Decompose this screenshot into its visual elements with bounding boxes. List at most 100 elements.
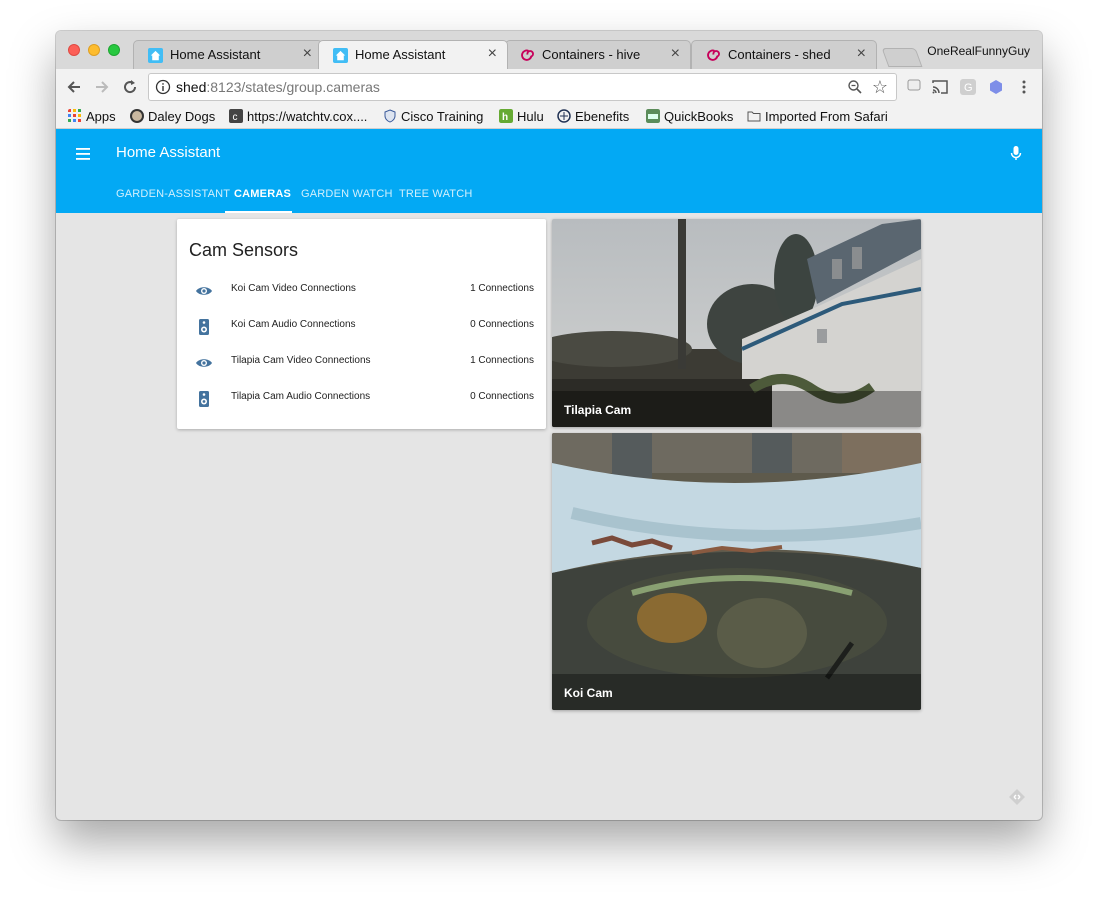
- entity-name: Tilapia Cam Video Connections: [231, 355, 371, 366]
- browser-tab-3[interactable]: Containers - hive ×: [505, 40, 691, 69]
- bookmark-hulu[interactable]: h Hulu: [499, 108, 544, 126]
- moon-icon: [130, 109, 144, 123]
- cast-icon[interactable]: [931, 79, 948, 95]
- menu-kebab-icon[interactable]: [1016, 79, 1032, 95]
- browser-tab-2[interactable]: Home Assistant ×: [318, 40, 508, 69]
- arrow-left-icon: [67, 81, 80, 93]
- hamburger-menu-icon[interactable]: [76, 147, 92, 161]
- close-tab-icon[interactable]: ×: [857, 45, 866, 63]
- browser-tab-1[interactable]: Home Assistant ×: [133, 40, 323, 69]
- debian-swirl-icon: [707, 49, 720, 61]
- camera-caption: Koi Cam: [552, 674, 921, 710]
- bookmarks-bar: Apps Daley Dogs c https://watchtv.cox....…: [56, 106, 1042, 129]
- bookmark-label: Daley Dogs: [148, 109, 216, 124]
- home-assistant-favicon-icon: [148, 48, 163, 63]
- bookmark-imported-safari[interactable]: Imported From Safari: [747, 108, 888, 126]
- address-bar[interactable]: shed:8123/states/group.cameras ☆: [148, 73, 897, 101]
- browser-tab-title: Home Assistant: [170, 47, 261, 62]
- bookmark-label: Cisco Training: [401, 109, 484, 124]
- close-tab-icon[interactable]: ×: [488, 45, 497, 63]
- tab-garden-watch[interactable]: GARDEN WATCH: [301, 188, 393, 200]
- extension-calendar-icon[interactable]: [906, 79, 922, 95]
- bookmark-apps[interactable]: Apps: [68, 108, 116, 126]
- entity-row[interactable]: Tilapia Cam Video Connections 1 Connecti…: [177, 345, 546, 381]
- bookmark-label: Ebenefits: [575, 109, 630, 124]
- camera-card-koi[interactable]: Koi Cam: [552, 433, 921, 710]
- extension-hex-icon[interactable]: [988, 79, 1004, 95]
- browser-tab-title: Containers - hive: [542, 47, 641, 62]
- eye-icon: [196, 287, 212, 295]
- profile-name[interactable]: OneRealFunnyGuy: [927, 44, 1030, 58]
- minimize-window-button[interactable]: [88, 44, 100, 56]
- hulu-icon: h: [499, 109, 513, 123]
- close-tab-icon[interactable]: ×: [671, 45, 680, 63]
- bookmark-label: https://watchtv.cox....: [247, 109, 368, 124]
- svg-text:h: h: [502, 112, 508, 123]
- close-tab-icon[interactable]: ×: [303, 45, 312, 63]
- seal-icon: [557, 109, 571, 123]
- speaker-icon: [199, 319, 209, 335]
- close-window-button[interactable]: [68, 44, 80, 56]
- camera-name: Tilapia Cam: [564, 403, 632, 417]
- app-title: Home Assistant: [116, 144, 221, 161]
- camera-snapshot-image: [552, 433, 921, 710]
- qb-icon: [646, 109, 660, 123]
- shield-icon: [384, 109, 396, 123]
- url-host: shed: [176, 79, 207, 95]
- reload-icon: [124, 80, 137, 94]
- browser-tab-4[interactable]: Containers - shed ×: [691, 40, 877, 69]
- bookmark-cisco[interactable]: Cisco Training: [383, 108, 483, 126]
- debian-swirl-icon: [521, 49, 534, 61]
- bookmark-label: Imported From Safari: [765, 109, 888, 124]
- new-tab-button[interactable]: [881, 48, 923, 67]
- entity-state: 0 Connections: [470, 319, 534, 330]
- browser-window: Home Assistant × Home Assistant × Contai…: [56, 31, 1042, 820]
- browser-tab-title: Home Assistant: [355, 47, 446, 62]
- bookmark-star-icon[interactable]: ☆: [872, 77, 888, 97]
- tab-strip: Home Assistant × Home Assistant × Contai…: [56, 31, 1042, 69]
- camera-card-tilapia[interactable]: Tilapia Cam: [552, 219, 921, 427]
- app-header: Home Assistant GARDEN-ASSISTANT CAMERAS …: [56, 129, 1042, 213]
- entity-row[interactable]: Koi Cam Video Connections 1 Connections: [177, 273, 546, 309]
- zoom-window-button[interactable]: [108, 44, 120, 56]
- tab-garden-assistant[interactable]: GARDEN-ASSISTANT: [116, 188, 230, 200]
- home-assistant-favicon-icon: [333, 48, 348, 63]
- entity-state: 0 Connections: [470, 391, 534, 402]
- developer-tools-icon[interactable]: [1008, 788, 1026, 806]
- cam-sensors-card: Cam Sensors Koi Cam Video Connections 1 …: [177, 219, 546, 429]
- apps-grid-icon: [68, 109, 81, 122]
- entity-row[interactable]: Tilapia Cam Audio Connections 0 Connecti…: [177, 381, 546, 417]
- svg-text:c: c: [233, 112, 238, 123]
- microphone-icon[interactable]: [1010, 145, 1022, 163]
- extension-g-icon[interactable]: G: [960, 79, 976, 95]
- eye-icon: [196, 359, 212, 367]
- reload-button[interactable]: [120, 77, 140, 97]
- active-tab-indicator: [225, 211, 292, 213]
- c-icon: c: [229, 109, 243, 123]
- bookmark-quickbooks[interactable]: QuickBooks: [646, 108, 733, 126]
- speaker-icon: [199, 391, 209, 407]
- url-text[interactable]: shed:8123/states/group.cameras: [176, 79, 380, 95]
- bookmark-label: Hulu: [517, 109, 544, 124]
- entity-row[interactable]: Koi Cam Audio Connections 0 Connections: [177, 309, 546, 345]
- bookmark-daley-dogs[interactable]: Daley Dogs: [130, 108, 215, 126]
- zoom-icon[interactable]: [847, 79, 863, 95]
- tab-tree-watch[interactable]: TREE WATCH: [399, 188, 473, 200]
- card-title: Cam Sensors: [189, 240, 299, 260]
- url-path: :8123/states/group.cameras: [206, 79, 380, 95]
- arrow-right-icon: [96, 81, 109, 93]
- back-button[interactable]: [64, 77, 84, 97]
- entity-name: Koi Cam Video Connections: [231, 283, 356, 294]
- bookmark-watchtv[interactable]: c https://watchtv.cox....: [229, 108, 367, 126]
- entity-name: Tilapia Cam Audio Connections: [231, 391, 371, 402]
- entity-state: 1 Connections: [470, 283, 534, 294]
- entity-state: 1 Connections: [470, 355, 534, 366]
- bookmark-ebenefits[interactable]: Ebenefits: [557, 108, 629, 126]
- entity-name: Koi Cam Audio Connections: [231, 319, 356, 330]
- info-icon[interactable]: [155, 79, 171, 95]
- browser-toolbar: shed:8123/states/group.cameras ☆ 92 G: [56, 69, 1042, 130]
- forward-button[interactable]: [92, 77, 112, 97]
- bookmark-label: Apps: [86, 109, 116, 124]
- tab-cameras[interactable]: CAMERAS: [234, 188, 291, 200]
- folder-icon: [747, 111, 761, 122]
